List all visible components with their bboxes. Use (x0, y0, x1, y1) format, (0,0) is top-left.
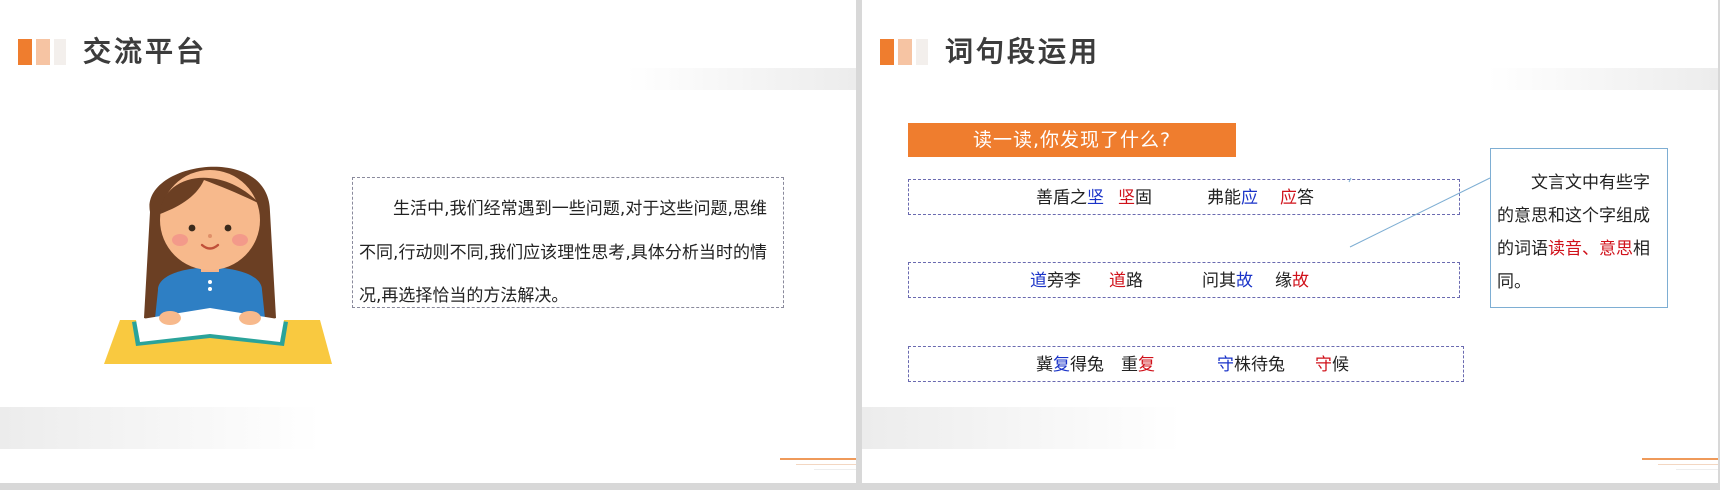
phrase-modern: 应答 (1280, 180, 1314, 216)
task-banner: 读一读,你发现了什么? (908, 123, 1236, 157)
phrase-text: 路 (1126, 271, 1143, 291)
footer-lines-decoration (780, 458, 856, 472)
phrase-text: 固 (1135, 188, 1152, 208)
slide-communication-platform: 交流平台 生活中,我们经常遇到一些问题,对于这些问题,思维不同,行动则不同,我们… (0, 0, 856, 483)
phrase-text: 株待兔 (1234, 355, 1285, 375)
note-highlight: 读音、意思 (1548, 239, 1633, 259)
footer-decoration (862, 407, 1182, 449)
title-squares-icon (18, 39, 32, 65)
phrase-text: 善盾之 (1036, 188, 1087, 208)
key-char: 复 (1138, 355, 1155, 375)
phrase-classical: 守株待兔 (1217, 347, 1285, 383)
phrase-text: 得兔 (1070, 355, 1104, 375)
girl-reading-illustration (104, 166, 332, 364)
slide-title: 词句段运用 (945, 35, 1101, 68)
phrase-text: 冀 (1036, 355, 1053, 375)
phrase-text: 弗能 (1207, 188, 1241, 208)
key-char: 故 (1236, 271, 1253, 291)
phrase-modern: 重复 (1121, 347, 1155, 383)
phrase-text: 重 (1121, 355, 1138, 375)
key-char: 坚 (1118, 188, 1135, 208)
explanation-note: 文言文中有些字的意思和这个字组成的词语读音、意思相同。 (1490, 148, 1668, 308)
title-square-light (36, 39, 50, 65)
key-char: 复 (1053, 355, 1070, 375)
key-char: 坚 (1087, 188, 1104, 208)
key-char: 道 (1109, 271, 1126, 291)
title-square-light (898, 39, 912, 65)
title-square-pale (54, 39, 66, 65)
footer-line (814, 469, 856, 470)
title-square-pale (916, 39, 928, 65)
key-char: 故 (1292, 271, 1309, 291)
note-text: 文言文中有些字的意思和这个字组成的词语读音、意思相同。 (1497, 167, 1661, 299)
footer-lines-decoration (1642, 458, 1718, 472)
word-row: 冀复得兔 重复 守株待兔 守候 (908, 346, 1464, 382)
footer-decoration (0, 407, 320, 449)
key-char: 应 (1241, 188, 1258, 208)
header-decoration (626, 68, 856, 90)
phrase-text: 候 (1332, 355, 1349, 375)
phrase-text: 答 (1297, 188, 1314, 208)
key-char: 道 (1030, 271, 1047, 291)
slide-word-usage: 词句段运用 读一读,你发现了什么? 善盾之坚 坚固 弗能应 应答 道旁李 道路 … (862, 0, 1718, 483)
phrase-modern: 缘故 (1275, 263, 1309, 299)
phrase-classical: 问其故 (1202, 263, 1253, 299)
reflection-text-box: 生活中,我们经常遇到一些问题,对于这些问题,思维不同,行动则不同,我们应该理性思… (352, 177, 784, 308)
footer-line (780, 458, 856, 460)
footer-line (1676, 469, 1718, 470)
phrase-classical: 善盾之坚 (1036, 180, 1104, 216)
footer-line (796, 464, 856, 465)
phrase-text: 旁李 (1047, 271, 1081, 291)
phrase-modern: 守候 (1315, 347, 1349, 383)
title-squares-icon (880, 39, 894, 65)
slide-title: 交流平台 (83, 35, 208, 68)
phrase-classical: 弗能应 (1207, 180, 1258, 216)
footer-line (1642, 458, 1718, 460)
phrase-modern: 坚固 (1118, 180, 1152, 216)
word-row: 善盾之坚 坚固 弗能应 应答 (908, 179, 1460, 215)
phrase-classical: 冀复得兔 (1036, 347, 1104, 383)
phrase-classical: 道旁李 (1030, 263, 1081, 299)
header-decoration (1488, 68, 1718, 90)
key-char: 应 (1280, 188, 1297, 208)
word-row: 道旁李 道路 问其故 缘故 (908, 262, 1460, 298)
phrase-text: 问其 (1202, 271, 1236, 291)
footer-line (1658, 464, 1718, 465)
phrase-text: 缘 (1275, 271, 1292, 291)
key-char: 守 (1315, 355, 1332, 375)
key-char: 守 (1217, 355, 1234, 375)
reflection-paragraph: 生活中,我们经常遇到一些问题,对于这些问题,思维不同,行动则不同,我们应该理性思… (359, 199, 767, 306)
phrase-modern: 道路 (1109, 263, 1143, 299)
